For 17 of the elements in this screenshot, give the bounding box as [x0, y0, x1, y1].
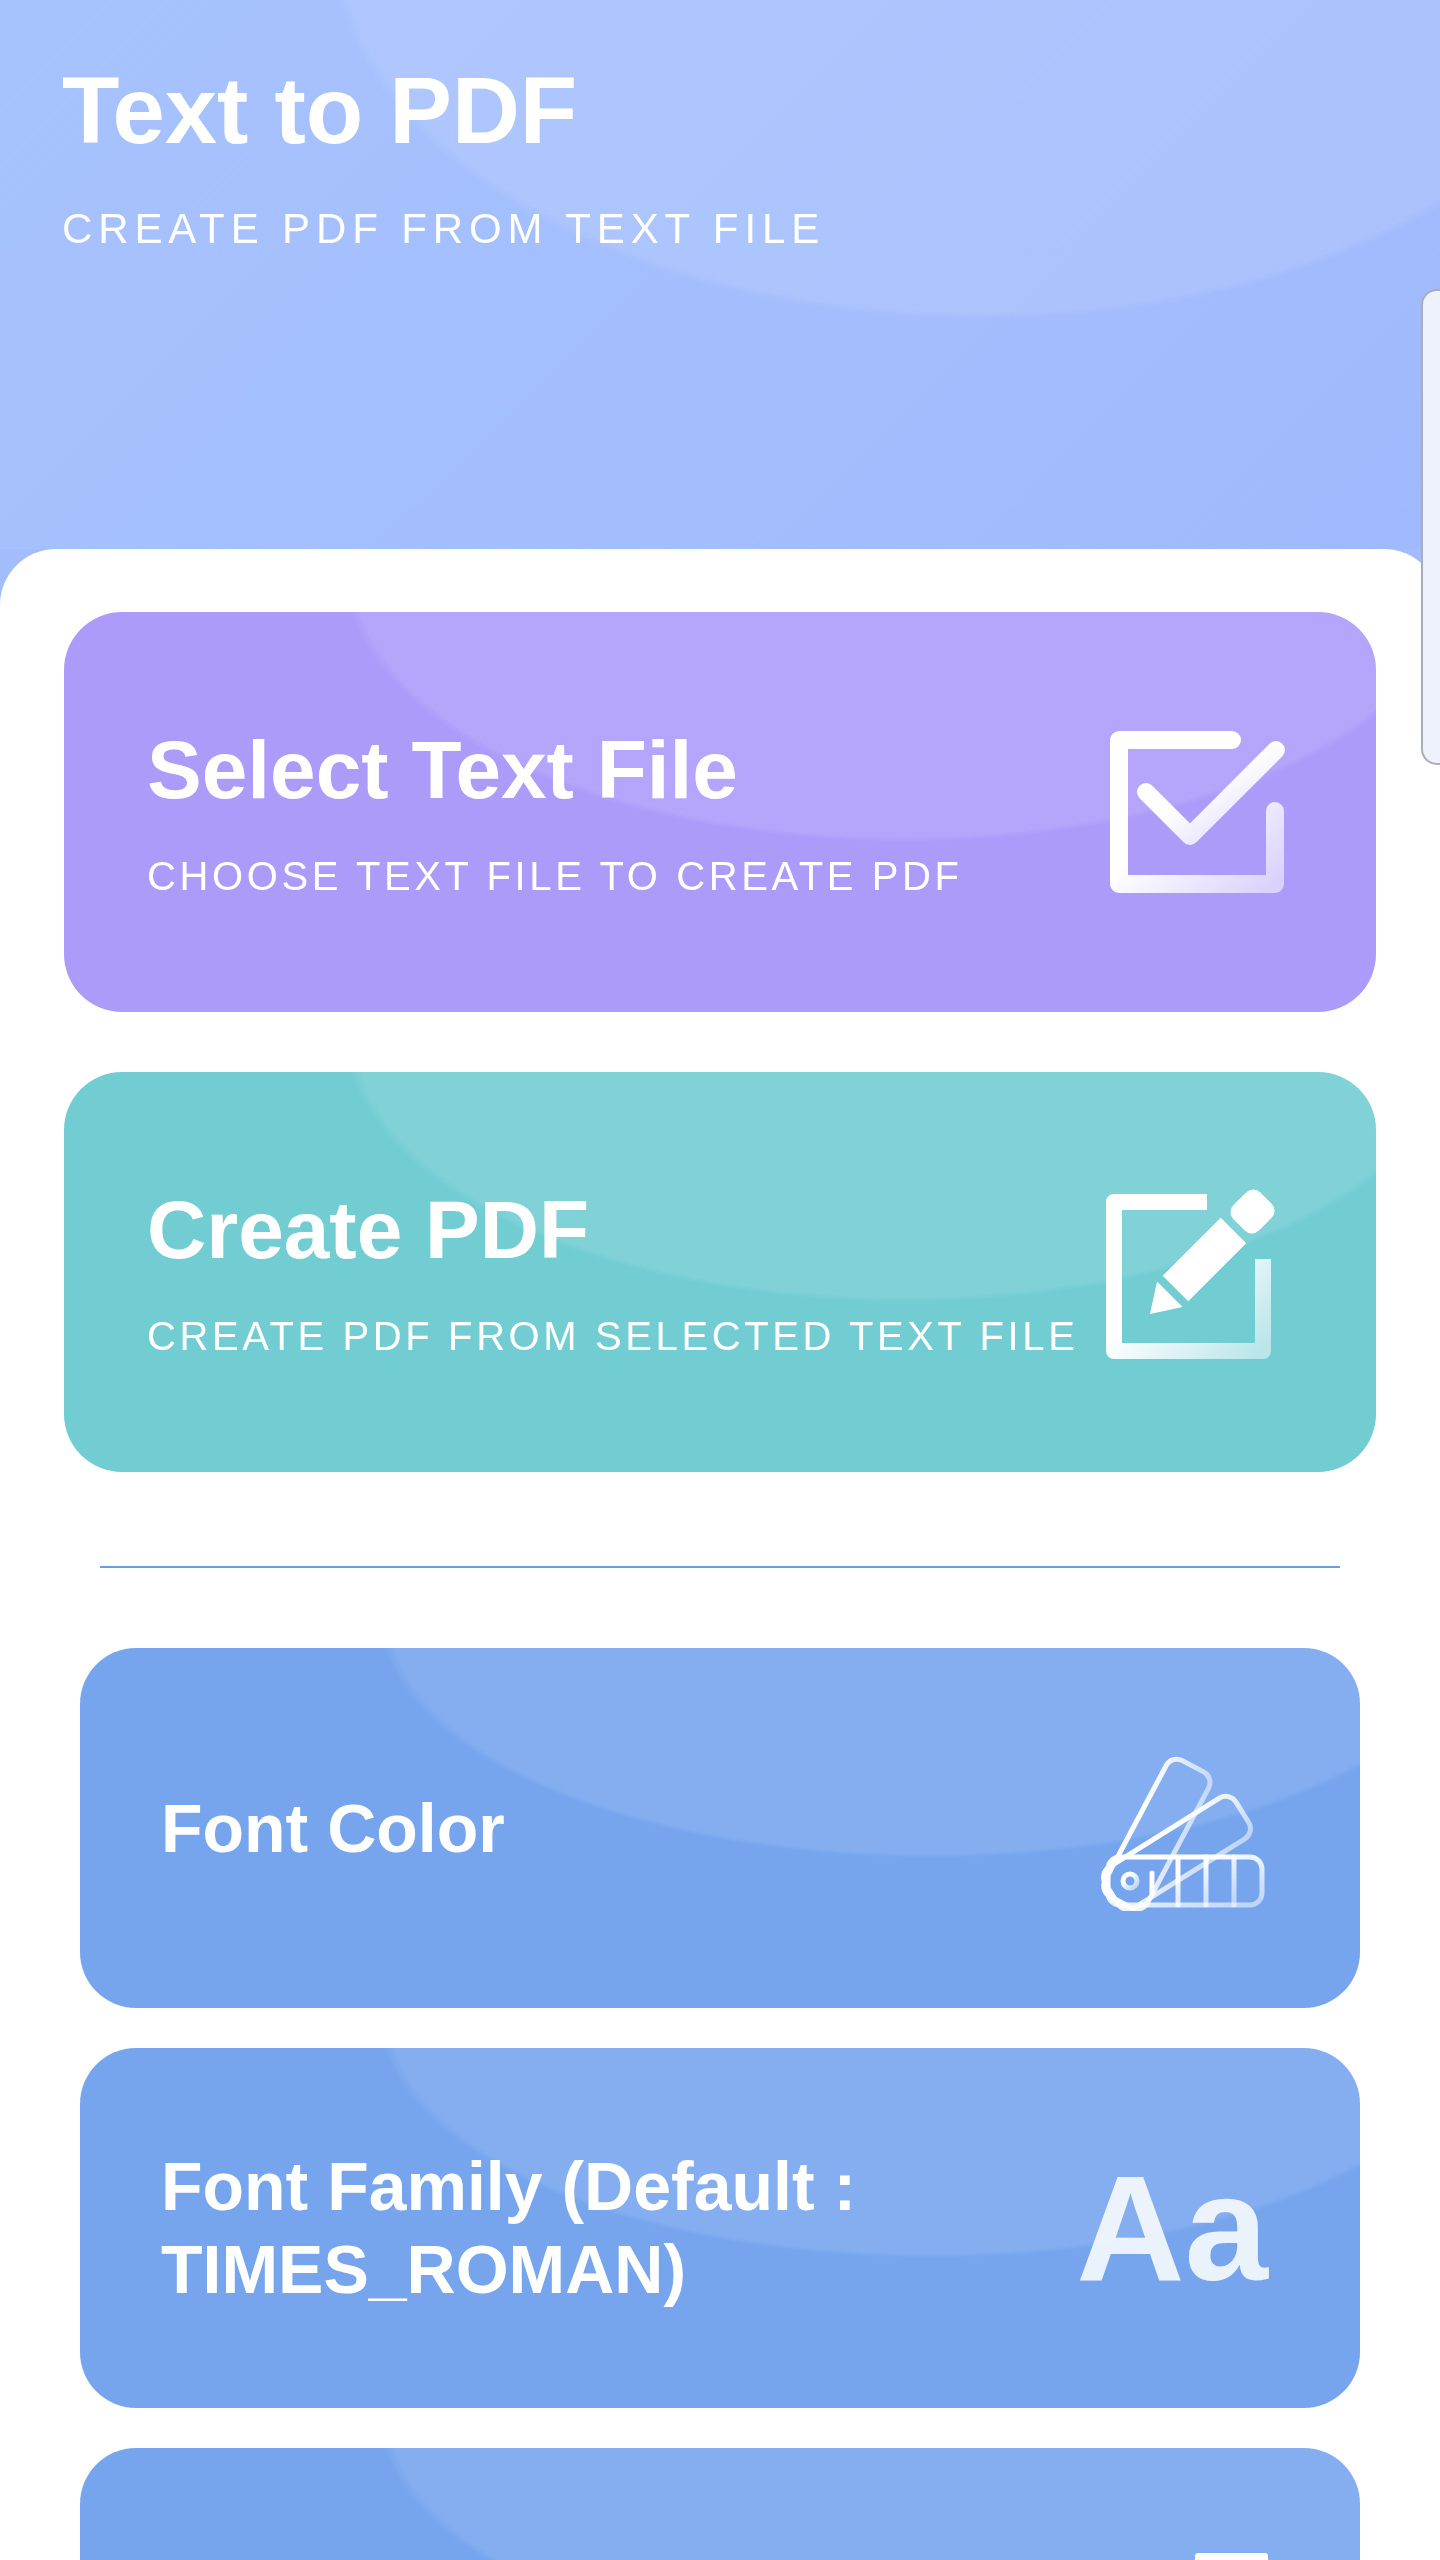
card-title: Select Text File	[147, 728, 738, 811]
checkbox-icon	[1110, 731, 1286, 893]
cropped-icon	[1195, 2553, 1268, 2560]
option-card[interactable]: Font Family (Default : TIMES_ROMAN) Aa	[80, 2048, 1360, 2408]
card-title: Create PDF	[147, 1188, 590, 1271]
option-card[interactable]	[80, 2448, 1360, 2560]
app-subtitle: CREATE PDF FROM TEXT FILE	[62, 208, 826, 250]
option-title: Font Family (Default : TIMES_ROMAN)	[161, 2147, 858, 2309]
action-card[interactable]: Create PDF CREATE PDF FROM SELECTED TEXT FILE	[64, 1072, 1376, 1472]
edge-panel-handle[interactable]	[1421, 289, 1440, 765]
action-card[interactable]: Select Text File CHOOSE TEXT FILE TO CREATE PDF	[64, 612, 1376, 1012]
app-title: Text to PDF	[62, 64, 578, 158]
letters-icon: Aa	[1076, 2153, 1268, 2303]
card-subtitle: CREATE PDF FROM SELECTED TEXT FILE	[147, 1315, 1079, 1356]
option-card[interactable]: Font Color	[80, 1648, 1360, 2008]
option-title: Font Color	[161, 1788, 505, 1868]
card-subtitle: CHOOSE TEXT FILE TO CREATE PDF	[147, 855, 963, 896]
